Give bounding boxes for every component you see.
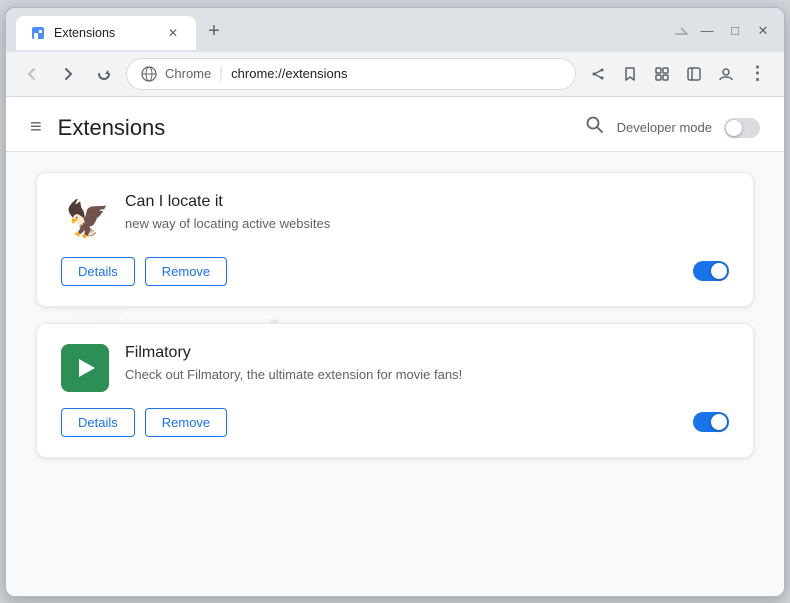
tab-title: Extensions: [54, 26, 156, 40]
minimize-icon: [672, 22, 690, 40]
ext-card-top: Filmatory Check out Filmatory, the ultim…: [61, 344, 729, 392]
ext-toggle: [693, 261, 729, 281]
extensions-list: 🦅 Can I locate it new way of locating ac…: [6, 152, 784, 478]
bookmark-button[interactable]: [616, 60, 644, 88]
toggle-knob: [726, 120, 742, 136]
filmatory-icon: [61, 344, 109, 392]
search-icon[interactable]: [585, 115, 605, 141]
toggle-knob: [711, 263, 727, 279]
header-right: Developer mode: [585, 115, 760, 141]
toggle-knob: [711, 414, 727, 430]
chrome-logo-icon: [141, 66, 157, 82]
header-left: ≡ Extensions: [30, 115, 165, 141]
refresh-button[interactable]: [90, 60, 118, 88]
forward-button[interactable]: [54, 60, 82, 88]
page-header: ≡ Extensions Developer mode: [6, 97, 784, 152]
tab-area: Extensions ✕ +: [16, 16, 668, 50]
ext-name: Filmatory: [125, 344, 729, 362]
extension-card-filmatory: Filmatory Check out Filmatory, the ultim…: [36, 323, 754, 458]
ext-info: Can I locate it new way of locating acti…: [125, 193, 729, 233]
remove-button-can-locate-it[interactable]: Remove: [145, 257, 227, 286]
minimize-button[interactable]: —: [696, 20, 718, 42]
tab-close-button[interactable]: ✕: [164, 24, 182, 42]
extensions-button[interactable]: [648, 60, 676, 88]
details-button-filmatory[interactable]: Details: [61, 408, 135, 437]
window-controls: — □ ✕: [672, 20, 774, 42]
nav-icons: ⋮: [584, 60, 772, 88]
can-locate-it-icon: 🦅: [61, 193, 109, 241]
new-tab-button[interactable]: +: [200, 18, 228, 46]
remove-button-filmatory[interactable]: Remove: [145, 408, 227, 437]
main-content: ≡ Extensions Developer mode risp.com: [6, 97, 784, 596]
browser-window: Extensions ✕ + — □ ✕: [5, 7, 785, 597]
ext-card-bottom: Details Remove: [61, 257, 729, 286]
maximize-button[interactable]: □: [724, 20, 746, 42]
title-bar: Extensions ✕ + — □ ✕: [6, 8, 784, 52]
url-separator: |: [219, 65, 223, 82]
details-button-can-locate-it[interactable]: Details: [61, 257, 135, 286]
developer-mode-label: Developer mode: [617, 120, 712, 135]
nav-bar: Chrome | chrome://extensions ⋮: [6, 52, 784, 97]
extension-card-can-locate-it: 🦅 Can I locate it new way of locating ac…: [36, 172, 754, 307]
back-button[interactable]: [18, 60, 46, 88]
filmatory-toggle[interactable]: [693, 412, 729, 432]
url-text: chrome://extensions: [231, 66, 347, 81]
developer-mode-toggle[interactable]: [724, 118, 760, 138]
more-button[interactable]: ⋮: [744, 60, 772, 88]
ext-toggle: [693, 412, 729, 432]
menu-icon[interactable]: ≡: [30, 116, 42, 139]
can-locate-it-toggle[interactable]: [693, 261, 729, 281]
ext-card-bottom: Details Remove: [61, 408, 729, 437]
page-title: Extensions: [58, 115, 166, 141]
close-button[interactable]: ✕: [752, 20, 774, 42]
ext-card-top: 🦅 Can I locate it new way of locating ac…: [61, 193, 729, 241]
ext-desc: Check out Filmatory, the ultimate extens…: [125, 366, 729, 384]
chrome-label: Chrome: [165, 66, 211, 81]
ext-info: Filmatory Check out Filmatory, the ultim…: [125, 344, 729, 384]
share-button[interactable]: [584, 60, 612, 88]
active-tab[interactable]: Extensions ✕: [16, 16, 196, 50]
svg-text:🦅: 🦅: [65, 197, 109, 239]
tab-favicon: [30, 25, 46, 41]
ext-desc: new way of locating active websites: [125, 215, 729, 233]
sidebar-button[interactable]: [680, 60, 708, 88]
address-bar[interactable]: Chrome | chrome://extensions: [126, 58, 576, 90]
profile-button[interactable]: [712, 60, 740, 88]
ext-name: Can I locate it: [125, 193, 729, 211]
